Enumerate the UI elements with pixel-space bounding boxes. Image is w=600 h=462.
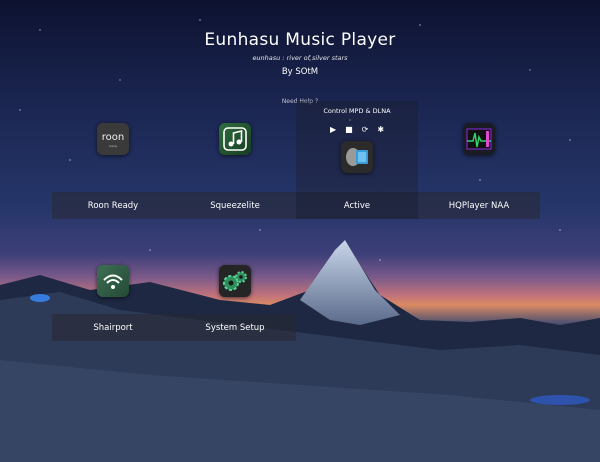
hqplayer-icon <box>463 123 495 155</box>
settings-icon[interactable]: ✱ <box>377 125 384 134</box>
gears-icon <box>219 265 251 297</box>
playback-controls: ▶ ■ ⟳ ✱ <box>296 125 418 134</box>
tile-label: Active <box>296 192 418 219</box>
tile-shairport[interactable]: Shairport <box>52 223 174 341</box>
app-subtitle: eunhasu : river of silver stars <box>252 54 348 62</box>
wifi-icon <box>97 265 129 297</box>
byline: By SOtM <box>281 67 319 77</box>
tile-label: Squeezelite <box>174 192 296 219</box>
controls-title: Control MPD & DLNA <box>323 107 391 115</box>
tile-label: HQPlayer NAA <box>418 192 540 219</box>
tile-roon-ready[interactable]: roon ready Roon Ready <box>52 101 174 219</box>
tile-hqplayer-naa[interactable]: HQPlayer NAA <box>418 101 540 219</box>
roon-icon: roon ready <box>97 123 129 155</box>
refresh-icon[interactable]: ⟳ <box>362 125 369 134</box>
tile-label: Shairport <box>52 314 174 341</box>
app-title: Eunhasu Music Player <box>204 30 396 50</box>
tile-squeezelite[interactable]: Squeezelite <box>174 101 296 219</box>
mpd-speaker-icon <box>341 141 373 173</box>
tile-label: System Setup <box>174 314 296 341</box>
tile-active[interactable]: Control MPD & DLNA ▶ ■ ⟳ ✱ Active <box>296 101 418 219</box>
tile-label: Roon Ready <box>52 192 174 219</box>
stop-icon[interactable]: ■ <box>345 125 353 134</box>
music-note-icon <box>219 123 251 155</box>
tile-system-setup[interactable]: System Setup <box>174 223 296 341</box>
play-icon[interactable]: ▶ <box>330 125 336 134</box>
